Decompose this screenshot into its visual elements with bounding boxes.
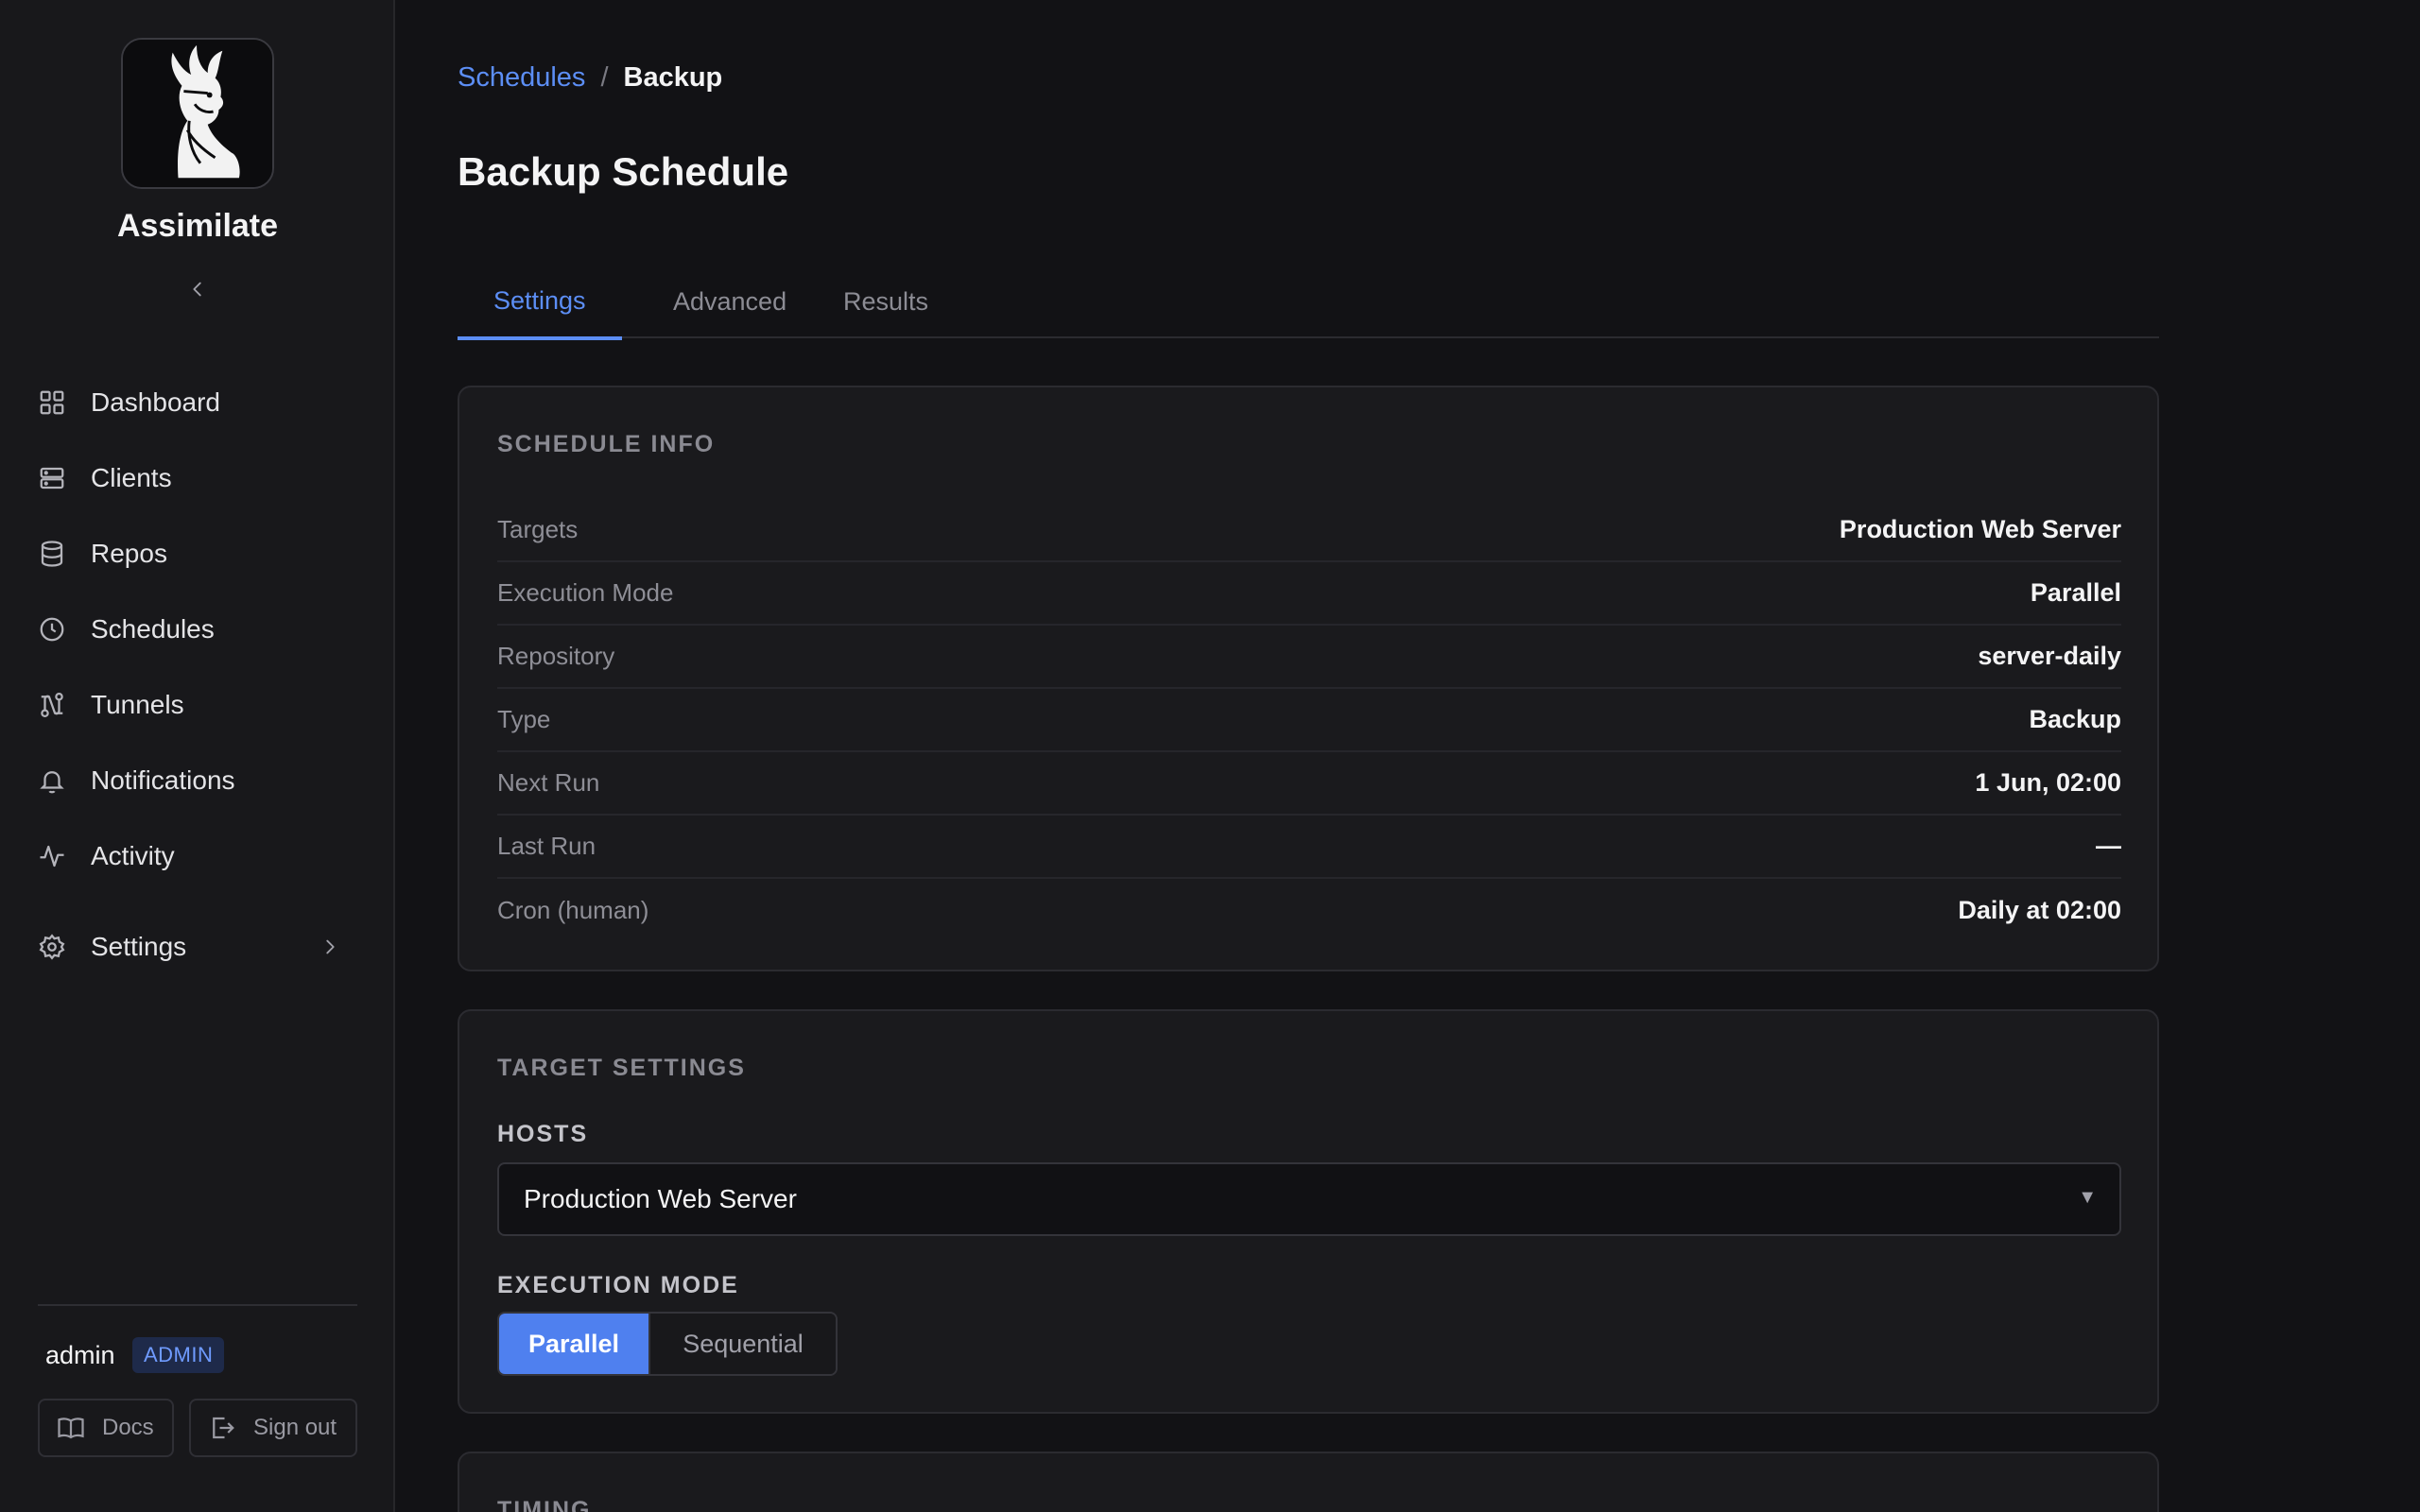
gear-icon [38, 928, 76, 966]
page-title: Backup Schedule [458, 149, 789, 194]
info-key: Repository [497, 642, 615, 670]
breadcrumb-link-schedules[interactable]: Schedules [458, 62, 585, 94]
chevron-right-icon [320, 934, 340, 965]
info-row-last-run: Last Run — [497, 816, 2121, 879]
sidebar-item-activity[interactable]: Activity [38, 826, 357, 886]
info-value: 1 Jun, 02:00 [1975, 768, 2121, 797]
info-key: Cron (human) [497, 896, 649, 924]
breadcrumb-current: Backup [623, 62, 723, 93]
info-row-type: Type Backup [497, 689, 2121, 752]
sidebar-item-label: Dashboard [91, 387, 220, 417]
info-value: Production Web Server [1839, 515, 2121, 543]
sidebar-item-clients[interactable]: Clients [38, 448, 357, 508]
info-key: Type [497, 705, 551, 733]
sidebar-item-label: Settings [91, 932, 187, 961]
hosts-select[interactable]: Production Web Server ▼ [497, 1162, 2121, 1236]
tab-results[interactable]: Results [807, 265, 964, 338]
grid-icon [38, 384, 76, 421]
clock-icon [38, 610, 76, 648]
collapse-sidebar-button[interactable] [182, 274, 213, 304]
hosts-label: HOSTS [497, 1121, 589, 1147]
app-name: Assimilate [116, 208, 279, 244]
info-row-next-run: Next Run 1 Jun, 02:00 [497, 752, 2121, 816]
info-key: Next Run [497, 768, 600, 797]
schedule-info-title: SCHEDULE INFO [497, 431, 716, 457]
target-settings-card: TARGET SETTINGS HOSTS Production Web Ser… [458, 1009, 2159, 1414]
app-logo[interactable] [121, 38, 274, 189]
sidebar-item-repos[interactable]: Repos [38, 524, 357, 584]
chevron-left-icon [193, 282, 201, 297]
bell-icon [38, 762, 76, 799]
logo-icon [123, 40, 272, 187]
mode-parallel-button[interactable]: Parallel [499, 1314, 648, 1374]
sidebar: Assimilate Dashboard Clients Repos Sched… [0, 0, 395, 1512]
info-value: — [2096, 832, 2121, 860]
sidebar-divider [38, 1304, 357, 1306]
timing-card: TIMING [458, 1452, 2159, 1512]
target-settings-title: TARGET SETTINGS [497, 1055, 746, 1081]
info-key: Targets [497, 515, 579, 543]
book-icon [58, 1418, 84, 1439]
hosts-select-value: Production Web Server [524, 1184, 797, 1213]
sidebar-item-settings[interactable]: Settings [38, 917, 357, 977]
sidebar-item-label: Clients [91, 463, 172, 492]
info-value: Daily at 02:00 [1958, 896, 2121, 924]
info-row-cron: Cron (human) Daily at 02:00 [497, 879, 2121, 942]
sidebar-item-dashboard[interactable]: Dashboard [38, 372, 357, 433]
role-badge: ADMIN [132, 1337, 225, 1373]
info-row-execution-mode: Execution Mode Parallel [497, 562, 2121, 626]
database-icon [38, 535, 76, 573]
sign-out-icon [213, 1417, 234, 1439]
info-row-repository: Repository server-daily [497, 626, 2121, 689]
breadcrumb-separator: / [600, 62, 609, 93]
info-key: Last Run [497, 832, 596, 860]
sidebar-item-label: Activity [91, 841, 175, 870]
docs-button[interactable]: Docs [38, 1399, 174, 1457]
tunnel-icon [38, 686, 76, 724]
info-key: Execution Mode [497, 578, 674, 607]
sidebar-item-label: Tunnels [91, 690, 184, 719]
info-value: Backup [2029, 705, 2121, 733]
sidebar-item-tunnels[interactable]: Tunnels [38, 675, 357, 735]
sidebar-item-label: Notifications [91, 765, 235, 795]
tab-advanced[interactable]: Advanced [637, 265, 822, 338]
execution-mode-label: EXECUTION MODE [497, 1272, 739, 1298]
tab-bar: Settings Advanced Results [458, 265, 2159, 340]
user-name: admin [45, 1341, 115, 1369]
tab-settings[interactable]: Settings [458, 265, 622, 340]
caret-down-icon: ▼ [2078, 1187, 2097, 1208]
timing-title: TIMING [497, 1497, 592, 1512]
sign-out-button[interactable]: Sign out [189, 1399, 357, 1457]
info-value: Parallel [2030, 578, 2121, 607]
sidebar-item-schedules[interactable]: Schedules [38, 599, 357, 660]
execution-mode-toggle: Parallel Sequential [497, 1312, 838, 1376]
info-value: server-daily [1978, 642, 2121, 670]
sign-out-label: Sign out [253, 1415, 337, 1440]
activity-icon [38, 837, 76, 875]
sidebar-item-notifications[interactable]: Notifications [38, 750, 357, 811]
mode-sequential-button[interactable]: Sequential [648, 1314, 836, 1374]
sidebar-item-label: Schedules [91, 614, 215, 644]
server-icon [38, 459, 76, 497]
sidebar-item-label: Repos [91, 539, 167, 568]
breadcrumb: Schedules / Backup [458, 62, 722, 94]
schedule-info-card: SCHEDULE INFO Targets Production Web Ser… [458, 386, 2159, 971]
docs-label: Docs [102, 1415, 154, 1440]
info-row-targets: Targets Production Web Server [497, 499, 2121, 562]
